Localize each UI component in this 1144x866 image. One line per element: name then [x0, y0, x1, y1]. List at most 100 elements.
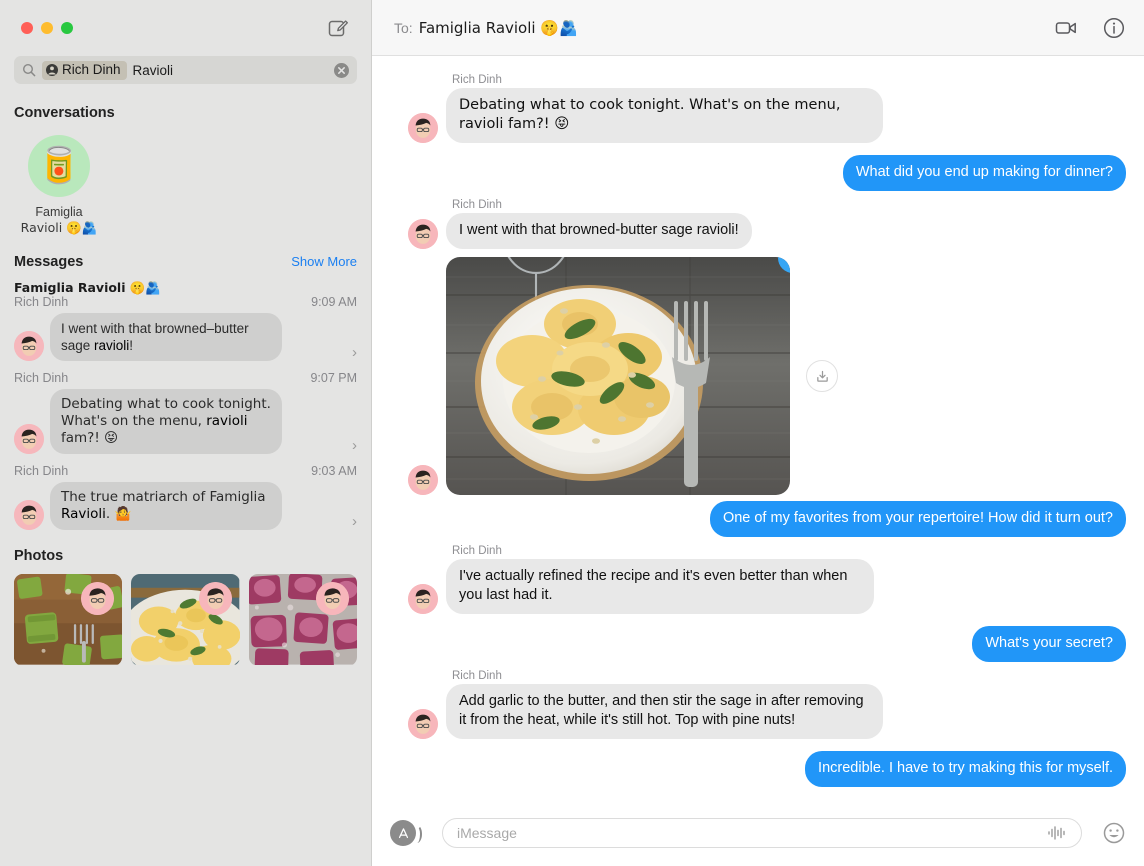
row-sender: Rich Dinh — [14, 371, 69, 385]
avatar — [14, 500, 44, 530]
avatar — [408, 113, 438, 143]
message-row-incoming: Add garlic to the butter, and then stir … — [390, 684, 1126, 739]
avatar — [198, 582, 232, 615]
messages-results-list: Famiglia Ravioli 🤫🫂 Rich Dinh 9:09 AM I … — [0, 270, 371, 530]
message-bubble[interactable]: What's your secret? — [972, 626, 1131, 662]
message-bubble[interactable]: I've actually refined the recipe and it'… — [441, 559, 874, 614]
row-preview-post: fam?! 😝 — [61, 430, 119, 446]
message-row-header: Rich Dinh 9:07 PM — [14, 371, 357, 385]
close-button[interactable] — [21, 22, 33, 34]
message-row-header: Rich Dinh 9:03 AM — [14, 464, 357, 478]
message-sender-label: Rich Dinh — [452, 74, 502, 86]
row-timestamp: 9:07 PM — [310, 371, 357, 385]
conversation-tile-famiglia-ravioli[interactable]: 🥫 Famiglia Ravioli 🤫🫂 — [14, 135, 104, 236]
row-body: The true matriarch of Famiglia Ravioli. … — [14, 482, 357, 530]
message-bubble[interactable]: Incredible. I have to try making this fo… — [805, 751, 1131, 787]
message-row-incoming: I've actually refined the recipe and it'… — [390, 559, 1126, 614]
messages-title: Messages — [14, 254, 84, 270]
conversation-avatar: 🥫 — [28, 135, 90, 197]
chevron-right-icon[interactable]: › — [348, 513, 357, 530]
avatar — [408, 465, 438, 495]
messages-window: Rich Dinh Ravioli Conversations 🥫 Famigl… — [0, 0, 1144, 866]
conversations-section-header: Conversations — [0, 105, 371, 121]
row-sender: Rich Dinh — [14, 295, 69, 309]
list-item[interactable]: Famiglia Ravioli 🤫🫂 Rich Dinh 9:09 AM I … — [14, 270, 357, 361]
search-field[interactable]: Rich Dinh Ravioli — [14, 56, 357, 84]
row-meta: Rich Dinh 9:03 AM — [14, 464, 357, 478]
search-query-text: Ravioli — [132, 62, 174, 78]
audio-waveform-icon[interactable] — [1047, 825, 1067, 841]
compose-bar: iMessage — [372, 800, 1144, 866]
info-icon[interactable] — [1102, 16, 1126, 40]
message-bubble[interactable]: Debating what to cook tonight. What's on… — [441, 88, 883, 143]
compose-icon[interactable] — [327, 17, 349, 39]
video-camera-icon[interactable] — [1054, 16, 1078, 40]
clear-icon[interactable] — [334, 62, 349, 78]
search-token-contact[interactable]: Rich Dinh — [42, 60, 127, 80]
photo-thumbnail[interactable] — [14, 574, 123, 666]
message-row-header: Famiglia Ravioli 🤫🫂 Rich Dinh 9:09 AM — [14, 280, 357, 309]
message-image-attachment[interactable] — [446, 257, 790, 495]
chat-pane: To: Famiglia Ravioli 🤫🫂 Rich Dinh Debati… — [372, 0, 1144, 866]
message-bubble[interactable]: What did you end up making for dinner? — [842, 155, 1132, 191]
photo-thumbnail[interactable] — [248, 574, 357, 666]
app-store-icon[interactable] — [390, 820, 422, 846]
row-conversation-title: Famiglia Ravioli 🤫🫂 — [14, 280, 161, 295]
photo-thumbnail[interactable] — [131, 574, 240, 666]
conversation-name-line2: Ravioli 🤫🫂 — [20, 220, 98, 235]
avatar — [408, 709, 438, 739]
row-preview-highlight: Ravioli — [61, 506, 106, 522]
row-meta: Rich Dinh 9:07 PM — [14, 371, 357, 385]
row-body: Debating what to cook tonight. What's on… — [14, 389, 357, 454]
row-meta: Rich Dinh 9:09 AM — [14, 295, 357, 309]
list-item[interactable]: Rich Dinh 9:07 PM Debating what to cook … — [14, 361, 357, 454]
message-row-incoming: Debating what to cook tonight. What's on… — [390, 88, 1126, 143]
show-more-link[interactable]: Show More — [291, 254, 357, 269]
conversations-list: 🥫 Famiglia Ravioli 🤫🫂 — [0, 121, 371, 236]
chevron-right-icon[interactable]: › — [348, 344, 357, 361]
emoji-smiley-icon[interactable] — [1102, 821, 1126, 845]
row-preview-highlight: ravioli — [94, 338, 130, 353]
message-bubble[interactable]: One of my favorites from your repertoire… — [709, 501, 1132, 537]
row-sender: Rich Dinh — [14, 464, 69, 478]
message-bubble[interactable]: I went with that browned-butter sage rav… — [441, 213, 752, 249]
message-sender-label: Rich Dinh — [452, 199, 502, 211]
message-sender-label: Rich Dinh — [452, 545, 502, 557]
recipient-name[interactable]: Famiglia Ravioli 🤫🫂 — [419, 19, 578, 37]
chevron-right-icon[interactable]: › — [348, 437, 357, 454]
row-preview-post: . 🤷 — [105, 506, 132, 522]
row-preview-bubble: The true matriarch of Famiglia Ravioli. … — [46, 482, 282, 530]
zoom-button[interactable] — [61, 22, 73, 34]
message-bubble[interactable]: Add garlic to the butter, and then stir … — [441, 684, 883, 739]
list-item[interactable]: Rich Dinh 9:03 AM The true matriarch of … — [14, 454, 357, 530]
message-input-placeholder: iMessage — [457, 825, 517, 841]
message-thread[interactable]: Rich Dinh Debating what to cook tonight.… — [372, 56, 1144, 800]
conversation-name-line1: Famiglia — [35, 205, 83, 219]
search-icon — [22, 63, 36, 77]
minimize-button[interactable] — [41, 22, 53, 34]
search-token-label: Rich Dinh — [62, 61, 121, 77]
person-icon — [46, 63, 58, 76]
chat-header: To: Famiglia Ravioli 🤫🫂 — [372, 0, 1144, 56]
row-preview-pre: The true matriarch of Famiglia — [61, 489, 266, 505]
header-actions — [1054, 16, 1126, 40]
conversations-title: Conversations — [14, 105, 115, 121]
row-body: I went with that browned–butter sage rav… — [14, 313, 357, 361]
avatar — [408, 219, 438, 249]
avatar — [14, 331, 44, 361]
row-preview-highlight: ravioli — [206, 413, 248, 429]
message-row-outgoing: Incredible. I have to try making this fo… — [390, 751, 1131, 787]
avatar — [315, 582, 349, 615]
message-row-incoming: I went with that browned-butter sage rav… — [390, 213, 1126, 249]
photos-grid — [0, 564, 371, 666]
download-icon[interactable] — [806, 360, 838, 392]
message-input[interactable]: iMessage — [442, 818, 1082, 848]
avatar — [14, 424, 44, 454]
sidebar: Rich Dinh Ravioli Conversations 🥫 Famigl… — [0, 0, 372, 866]
title-bar — [0, 0, 371, 56]
row-timestamp: 9:09 AM — [311, 295, 357, 309]
conversation-name: Famiglia Ravioli 🤫🫂 — [14, 205, 104, 236]
messages-section-header: Messages Show More — [0, 254, 371, 270]
message-row-outgoing: What did you end up making for dinner? — [390, 155, 1132, 191]
row-preview-post: ! — [129, 338, 134, 353]
